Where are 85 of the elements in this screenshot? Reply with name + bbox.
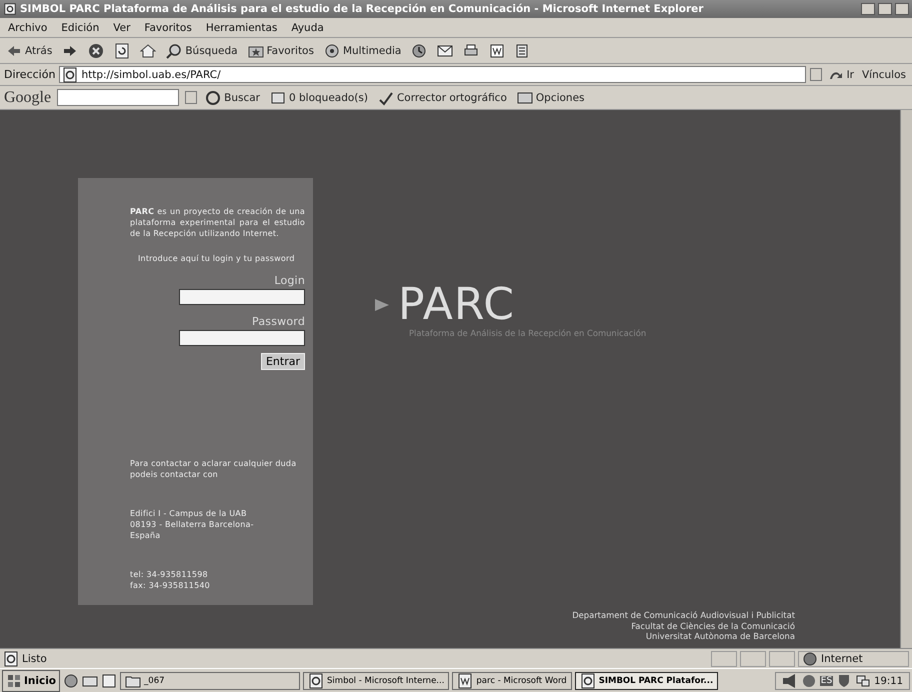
- close-button[interactable]: [895, 3, 909, 15]
- search-icon: [205, 90, 222, 106]
- menu-item[interactable]: Edición: [61, 22, 100, 34]
- address-line: Edifici I - Campus de la UAB: [130, 508, 248, 519]
- minimize-button[interactable]: [861, 3, 875, 15]
- toolbar-button[interactable]: Buscar: [203, 88, 262, 106]
- search-icon: [166, 42, 182, 58]
- document-icon: [489, 42, 506, 58]
- page-e-icon: [308, 673, 324, 689]
- address-label: Dirección: [4, 68, 56, 81]
- home-icon: [140, 42, 156, 58]
- stop-icon: [88, 42, 104, 58]
- toolbar-button[interactable]: 0 bloqueado(s): [268, 88, 370, 106]
- blocker-icon: [270, 90, 286, 106]
- search-field[interactable]: [57, 89, 180, 106]
- history-icon: [411, 42, 428, 58]
- links-button[interactable]: Vínculos: [860, 68, 908, 82]
- toolbar-button[interactable]: Favoritos: [246, 42, 316, 60]
- password-field[interactable]: [179, 330, 305, 346]
- address-line: 08193 - Bellaterra Barcelona-: [130, 519, 255, 530]
- mail-icon: [437, 42, 454, 58]
- footer-line: Universitat Autònoma de Barcelona: [644, 631, 795, 642]
- login-field[interactable]: [179, 289, 305, 305]
- dropdown-button[interactable]: [185, 91, 198, 104]
- toolbar-button[interactable]: Multimedia: [322, 42, 404, 60]
- taskbar-button[interactable]: SIMBOL PARC Platafor...: [574, 672, 718, 690]
- maximize-button[interactable]: [878, 3, 892, 15]
- menu-item[interactable]: Favoritos: [144, 22, 192, 34]
- taskbar-button[interactable]: parc - Microsoft Word: [452, 672, 572, 690]
- status-text: Listo: [22, 652, 48, 664]
- options-icon: [516, 90, 533, 106]
- toolbar-button[interactable]: Opciones: [514, 88, 587, 106]
- intro-text: PARC es un proyecto de creación de una plataforma experimental para el estudio de la Recepción utilizando Internet.: [130, 206, 305, 239]
- ie-page-icon: [3, 1, 17, 17]
- logo-text: PARC: [398, 282, 515, 328]
- scrollbar[interactable]: [900, 110, 912, 648]
- submit-button[interactable]: Entrar: [260, 353, 305, 370]
- refresh-icon: [114, 42, 130, 58]
- toolbar-button[interactable]: Atrás: [4, 42, 54, 60]
- address-field[interactable]: http://simbol.uab.es/PARC/: [59, 66, 806, 83]
- footer-line: Departament de Comunicació Audiovisual i Publicitat: [572, 610, 795, 620]
- phone-line: fax: 34-935811540: [130, 580, 211, 591]
- dropdown-button[interactable]: [810, 68, 822, 81]
- footer-line: Facultat de Ciències de la Comunicació: [630, 620, 795, 631]
- language-indicator[interactable]: ES: [820, 676, 834, 686]
- speaker-icon: [782, 673, 798, 689]
- address-line: España: [130, 530, 162, 541]
- windows-flag-icon: [6, 673, 22, 689]
- page-w-icon: [457, 673, 474, 689]
- menu-item[interactable]: Herramientas: [206, 22, 278, 34]
- status-panel: [711, 650, 737, 666]
- contact-text: Para contactar o aclarar cualquier duda podeis contactar con: [130, 458, 298, 480]
- media-icon: [324, 42, 340, 58]
- status-panel: [740, 650, 766, 666]
- taskbar-button[interactable]: Simbol - Microsoft Interne...: [303, 672, 450, 690]
- menu-item[interactable]: Archivo: [8, 22, 48, 34]
- triangle-icon: [374, 297, 390, 313]
- status-panel: [769, 650, 795, 666]
- logo-subtitle: Plataforma de Análisis de la Recepción en Comunicación: [409, 328, 646, 338]
- toolbar-button[interactable]: Búsqueda: [164, 42, 240, 60]
- toolbar-button[interactable]: Corrector ortográfico: [376, 88, 509, 106]
- printer-icon: [463, 42, 480, 58]
- clock: 19:11: [874, 676, 903, 686]
- go-button[interactable]: Ir: [826, 66, 856, 84]
- start-button[interactable]: Inicio: [2, 670, 60, 692]
- zone-text: Internet: [821, 652, 863, 664]
- page-e-icon: [3, 650, 19, 666]
- login-prompt: Introduce aquí tu login y tu password: [138, 253, 296, 264]
- taskbar-button[interactable]: _067: [120, 672, 300, 690]
- browser-icon: [63, 673, 80, 689]
- menu-item[interactable]: Ayuda: [291, 22, 324, 34]
- phone-line: tel: 34-935811598: [130, 569, 209, 580]
- window-title: SIMBOL PARC Plataforma de Análisis para el estudio de la Recepción en Comunicación - Microsoft Internet Explorer: [20, 3, 704, 15]
- login-label: Login: [273, 274, 305, 287]
- desktop-icon: [101, 673, 118, 689]
- globe-icon: [802, 650, 818, 666]
- spellcheck-icon: [378, 90, 394, 106]
- toolbar-button[interactable]: [138, 42, 158, 60]
- computers-icon: [855, 673, 872, 689]
- menu-item[interactable]: Ver: [113, 22, 130, 34]
- google-logo[interactable]: Google: [4, 88, 52, 106]
- network-icon: [800, 673, 817, 689]
- password-label: Password: [251, 315, 305, 328]
- page-e-icon: [62, 66, 78, 82]
- page-e-icon: [580, 673, 596, 689]
